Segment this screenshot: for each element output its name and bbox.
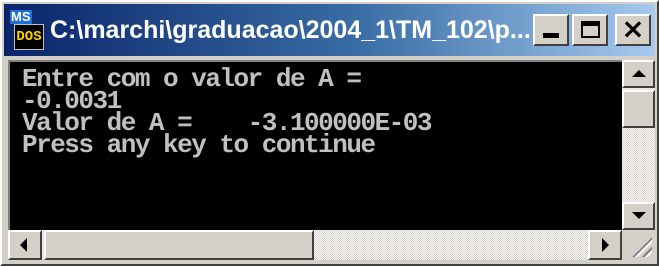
scroll-down-button[interactable]	[622, 202, 655, 230]
window-title: C:\marchi\graduacao\2004_1\TM_102\p...	[50, 15, 531, 44]
console-line: Press any key to continue	[22, 130, 376, 160]
minimize-icon	[543, 33, 559, 38]
scroll-left-button[interactable]	[8, 230, 42, 260]
vertical-scrollbar[interactable]	[622, 60, 655, 230]
maximize-icon	[581, 21, 600, 38]
close-button[interactable]: ×	[615, 12, 651, 46]
resize-grip-icon	[630, 235, 652, 257]
horizontal-scroll-thumb[interactable]	[44, 230, 314, 260]
scroll-right-button[interactable]	[588, 230, 622, 260]
console-window: MS DOS C:\marchi\graduacao\2004_1\TM_102…	[0, 0, 659, 266]
horizontal-scrollbar[interactable]	[8, 230, 622, 260]
msdos-icon-ms: MS	[10, 9, 32, 24]
vertical-scroll-thumb[interactable]	[622, 90, 655, 128]
arrow-right-icon	[602, 238, 609, 252]
scroll-up-button[interactable]	[622, 60, 655, 88]
console-output[interactable]: Entre com o valor de A = -0.0031 Valor d…	[8, 60, 622, 230]
arrow-down-icon	[632, 212, 646, 219]
title-bar[interactable]: MS DOS C:\marchi\graduacao\2004_1\TM_102…	[4, 4, 655, 56]
msdos-icon[interactable]: MS DOS	[10, 10, 44, 50]
arrow-up-icon	[632, 70, 646, 77]
maximize-button[interactable]	[572, 14, 608, 46]
close-icon: ×	[621, 12, 645, 45]
msdos-icon-dos: DOS	[14, 24, 44, 50]
arrow-left-icon	[20, 238, 27, 252]
resize-grip[interactable]	[622, 230, 655, 260]
minimize-button[interactable]	[533, 14, 569, 46]
